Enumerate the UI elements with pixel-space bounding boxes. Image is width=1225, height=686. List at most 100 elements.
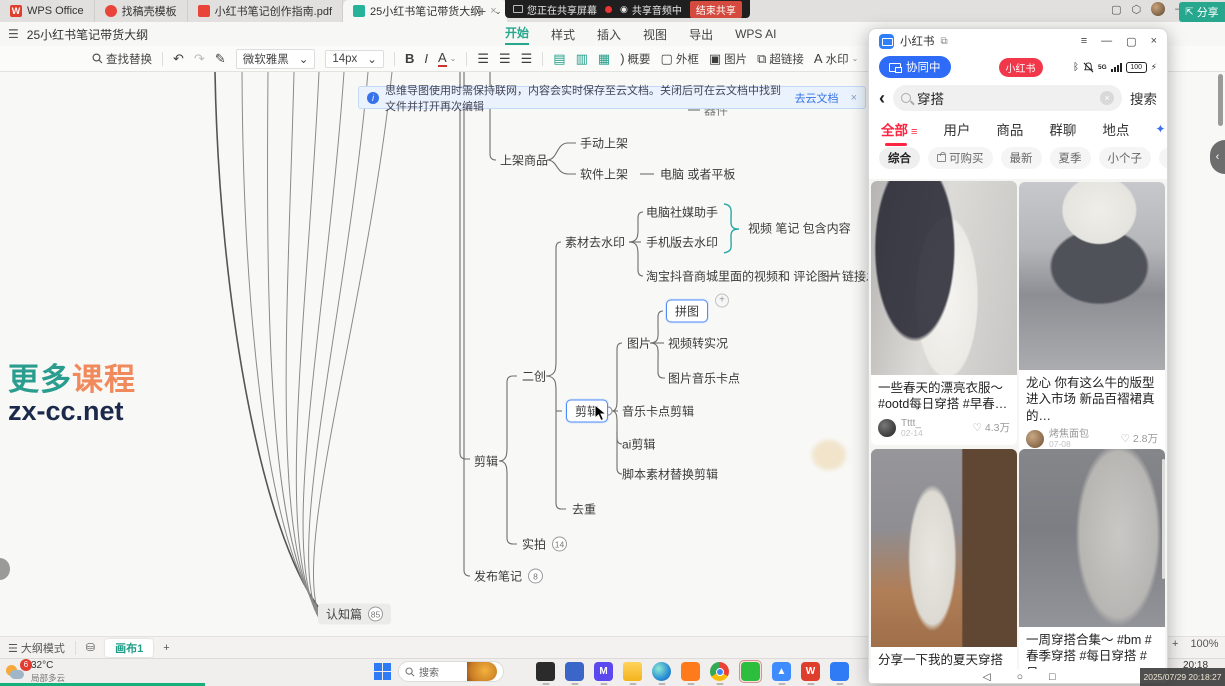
- mindmap-node-manual-listing[interactable]: 手动上架: [580, 135, 628, 152]
- canvas-tab[interactable]: 画布1: [105, 639, 153, 657]
- weather-widget[interactable]: 32°C局部多云: [6, 660, 65, 684]
- insert-relation-icon[interactable]: ▦: [598, 51, 610, 67]
- summary-button[interactable]: )概要: [620, 51, 650, 67]
- maximize-button[interactable]: ▢: [1126, 35, 1136, 48]
- nav-recents-icon[interactable]: □: [1049, 671, 1055, 683]
- filter-chip-综合[interactable]: 综合: [879, 147, 920, 169]
- menu-item-视图[interactable]: 视图: [643, 26, 667, 43]
- browser-tab-2[interactable]: 小红书笔记创作指南.pdf: [188, 0, 343, 22]
- mindmap-node-video-note-content[interactable]: 视频 笔记 包含内容: [748, 220, 851, 237]
- mindmap-node-pc-or-tablet[interactable]: 电脑 或者平板: [660, 166, 735, 183]
- mindmap-node-remove-watermark[interactable]: 素材去水印: [565, 234, 625, 251]
- align-right-icon[interactable]: ☰: [521, 51, 533, 67]
- phone-tab-群聊[interactable]: 群聊: [1049, 119, 1076, 139]
- mindmap-node-script-material-edit[interactable]: 脚本素材替换剪辑: [622, 466, 718, 483]
- file-explorer-icon[interactable]: [623, 662, 642, 681]
- font-size-select[interactable]: 14px⌄: [325, 50, 384, 68]
- purple-m-app-icon[interactable]: M: [594, 662, 613, 681]
- feed-card[interactable]: 一些春天的漂亮衣服～ #ootd每日穿搭 #早春…Tttt_02-14♡4.3万: [871, 181, 1017, 445]
- menu-item-WPS AI[interactable]: WPS AI: [735, 27, 776, 41]
- align-center-icon[interactable]: ☰: [499, 51, 511, 67]
- hamburger-menu-icon[interactable]: ☰: [8, 27, 19, 41]
- go-cloud-link[interactable]: 去云文档: [795, 90, 839, 106]
- phone-tab-地点[interactable]: 地点: [1102, 119, 1129, 139]
- briefcase-app-icon[interactable]: [565, 662, 584, 681]
- orange-app-icon[interactable]: [681, 662, 700, 681]
- italic-button[interactable]: I: [424, 51, 428, 66]
- search-input[interactable]: 穿搭 ×: [893, 85, 1122, 111]
- mindmap-node-music-beat-edit[interactable]: 音乐卡点剪辑: [622, 403, 694, 420]
- phone-tab-用户[interactable]: 用户: [943, 119, 970, 139]
- undo-button[interactable]: ↶: [173, 51, 184, 67]
- mindmap-node-ai-edit[interactable]: ai剪辑: [622, 436, 655, 453]
- mindmap-node-picture[interactable]: 图片: [627, 335, 651, 352]
- insert-image-button[interactable]: ▣图片: [709, 51, 747, 67]
- watermark-button[interactable]: A水印⌄: [814, 51, 858, 67]
- minimize-button[interactable]: —: [1101, 35, 1112, 48]
- feed-card[interactable]: 分享一下我的夏天穿搭合: [871, 449, 1017, 684]
- filter-chip-小个子[interactable]: 小个子: [1099, 147, 1152, 169]
- wps-app-icon[interactable]: W: [801, 662, 820, 681]
- browser-tab-1[interactable]: 找稿壳模板: [95, 0, 188, 22]
- font-family-select[interactable]: 微软雅黑⌄: [236, 49, 316, 69]
- start-button[interactable]: [374, 663, 391, 680]
- phone-tab-问一问[interactable]: ✦问一问: [1155, 119, 1168, 139]
- phone-scrollbar[interactable]: [1162, 459, 1165, 579]
- mindmap-node-edit[interactable]: 剪辑: [474, 453, 498, 470]
- multi-window-icon[interactable]: ⧉: [941, 36, 948, 47]
- layers-icon[interactable]: ⛁: [86, 641, 95, 654]
- menu-item-插入[interactable]: 插入: [597, 26, 621, 43]
- mirror-app-icon[interactable]: [830, 662, 849, 681]
- hyperlink-button[interactable]: ⧉超链接: [757, 51, 804, 67]
- filter-chip-可购买[interactable]: 可购买: [928, 147, 993, 169]
- filter-chip-夏季[interactable]: 夏季: [1050, 147, 1091, 169]
- new-tab-button[interactable]: +: [478, 3, 486, 19]
- insert-subtopic-icon[interactable]: ▥: [576, 51, 588, 67]
- mindmap-node-video-to-live[interactable]: 视频转实况: [668, 335, 728, 352]
- layout-icon[interactable]: ▢: [1111, 3, 1121, 16]
- mindmap-node-taobao-douyin-media[interactable]: 淘宝抖音商城里面的视频和 评论图片: [646, 268, 841, 285]
- clear-search-icon[interactable]: ×: [1100, 91, 1114, 105]
- search-button[interactable]: 搜索: [1130, 88, 1157, 108]
- add-canvas-button[interactable]: +: [163, 642, 169, 654]
- align-left-icon[interactable]: ☰: [477, 51, 489, 67]
- phone-tab-商品[interactable]: 商品: [996, 119, 1023, 139]
- menu-item-导出[interactable]: 导出: [689, 26, 713, 43]
- format-painter-button[interactable]: ✎: [215, 51, 226, 67]
- filter-icon[interactable]: ≡: [911, 126, 917, 138]
- mindmap-node-mobile-remove-watermark[interactable]: 手机版去水印: [646, 234, 718, 251]
- mindmap-node-pc-social-helper[interactable]: 电脑社媒助手: [646, 204, 718, 221]
- zoom-in-button[interactable]: +: [1172, 638, 1178, 650]
- zoom-controls[interactable]: + 100%: [1172, 638, 1219, 650]
- share-button[interactable]: ⇱分享: [1179, 2, 1225, 22]
- redo-button[interactable]: ↷: [194, 51, 205, 67]
- mindmap-node-list-products[interactable]: 上架商品: [500, 152, 548, 169]
- mindmap-node-second-creation[interactable]: 二创: [522, 368, 546, 385]
- window-menu-icon[interactable]: ≡: [1081, 35, 1087, 48]
- feed-card[interactable]: 一周穿搭合集～ #bm #春季穿搭 #每日穿搭 #日…: [1019, 449, 1165, 684]
- mindmap-node-cognition[interactable]: 认知篇85: [318, 604, 391, 625]
- font-color-button[interactable]: A⌄: [438, 50, 456, 67]
- mindmap-node-real-shoot[interactable]: 实拍14: [522, 536, 567, 553]
- insert-topic-icon[interactable]: ▤: [553, 51, 565, 67]
- mindmap-node-picture-music-beat[interactable]: 图片音乐卡点: [668, 370, 740, 387]
- feed-card[interactable]: 龙心 你有这么牛的版型进入市场 新品百褶裙真的…烤焦面包07-08♡2.8万: [1019, 182, 1165, 456]
- mindmap-node-dedup[interactable]: 去重: [572, 501, 596, 518]
- canvas-scrollbar[interactable]: [1218, 74, 1223, 126]
- nav-home-icon[interactable]: ○: [1017, 671, 1023, 683]
- close-button[interactable]: ×: [1151, 35, 1157, 48]
- find-replace-button[interactable]: 查找替换: [92, 51, 152, 67]
- mindmap-node-publish-note[interactable]: 发布笔记8: [474, 568, 543, 585]
- filter-chip-韩里韩气[interactable]: 韩里韩气: [1159, 147, 1168, 169]
- wechat-icon[interactable]: [741, 662, 760, 681]
- notice-close-icon[interactable]: ×: [851, 92, 857, 104]
- avatar[interactable]: [1151, 2, 1165, 16]
- add-child-button[interactable]: +: [715, 294, 729, 308]
- menu-item-样式[interactable]: 样式: [551, 26, 575, 43]
- menu-item-开始[interactable]: 开始: [505, 24, 529, 45]
- collab-pill[interactable]: 协同中: [879, 56, 951, 78]
- phone-window-titlebar[interactable]: 小红书 ⧉ ≡ — ▢ ×: [869, 29, 1167, 53]
- phone-tab-全部[interactable]: 全部≡: [881, 119, 917, 139]
- filter-chip-最新[interactable]: 最新: [1001, 147, 1042, 169]
- frame-button[interactable]: ▢外框: [661, 51, 699, 67]
